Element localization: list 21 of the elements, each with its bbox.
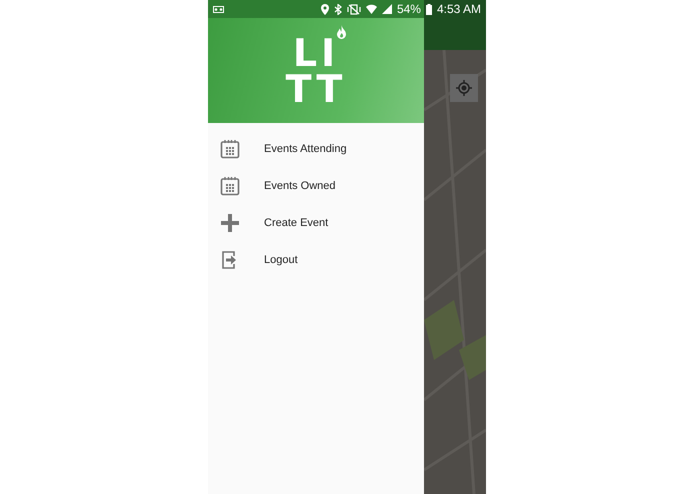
flame-icon: [337, 24, 346, 38]
voicemail-icon: [213, 6, 224, 12]
clock-time: 4:53 AM: [436, 2, 481, 16]
app-logo: LI TT: [286, 34, 346, 106]
vibrate-mute-icon: [346, 4, 361, 14]
battery-percent: 54%: [396, 2, 421, 16]
plus-icon: [220, 212, 240, 232]
menu-item[interactable]: Logout: [208, 241, 424, 278]
calendar-icon: [220, 176, 240, 196]
calendar-icon: [220, 138, 240, 158]
signal-icon: [382, 4, 392, 14]
location-icon: [320, 4, 329, 14]
crosshair-icon: [456, 80, 472, 96]
bluetooth-icon: [334, 4, 342, 14]
menu-item[interactable]: Events Attending: [208, 130, 424, 167]
battery-icon: [426, 4, 432, 14]
menu-item[interactable]: Events Owned: [208, 167, 424, 204]
wifi-icon: [366, 4, 377, 14]
app-bar-scrim: [424, 18, 486, 50]
menu-item[interactable]: Create Event: [208, 204, 424, 241]
my-location-button[interactable]: [450, 74, 478, 102]
